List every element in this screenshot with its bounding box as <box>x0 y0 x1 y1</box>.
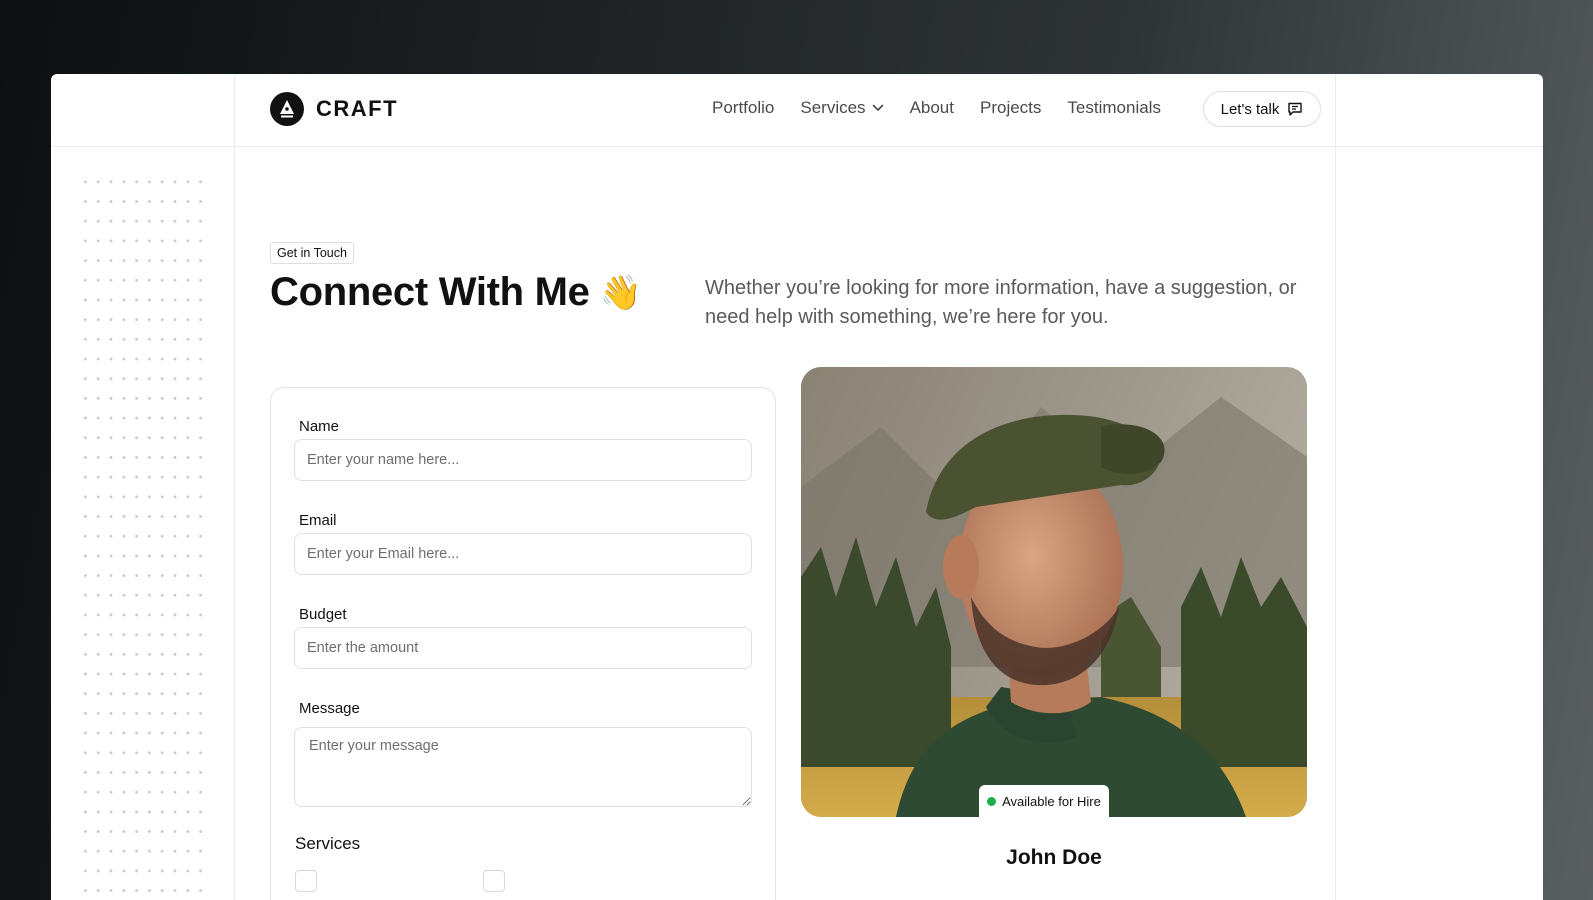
section-tag: Get in Touch <box>270 242 354 264</box>
brand-name: CRAFT <box>316 96 399 121</box>
service-checkbox[interactable] <box>295 870 317 892</box>
message-label: Message <box>299 700 360 717</box>
email-label: Email <box>299 512 337 529</box>
nav-item-projects[interactable]: Projects <box>980 98 1041 118</box>
nav-item-services-label: Services <box>800 98 866 117</box>
available-dot-icon <box>987 796 997 806</box>
name-input[interactable] <box>294 439 752 481</box>
services-title: Services <box>295 834 361 853</box>
message-textarea[interactable] <box>294 727 752 807</box>
grid-line-left <box>234 74 235 900</box>
nav-item-about[interactable]: About <box>910 98 954 118</box>
email-input[interactable] <box>294 533 752 575</box>
nav-item-testimonials[interactable]: Testimonials <box>1067 98 1161 118</box>
lets-talk-label: Let's talk <box>1220 100 1280 118</box>
budget-input[interactable] <box>294 627 752 669</box>
nav-item-services[interactable]: Services <box>800 98 883 118</box>
header-divider <box>51 146 1543 147</box>
dot-pattern <box>79 172 211 892</box>
main-nav: Portfolio Services About Projects Testim… <box>712 98 1187 118</box>
logo-pen-icon <box>270 92 304 126</box>
grid-line-right <box>1335 74 1336 900</box>
services-options <box>295 870 541 892</box>
lets-talk-button[interactable]: Let's talk <box>1203 91 1321 127</box>
page-title: Connect With Me 👋 <box>270 270 642 315</box>
browser-page: CRAFT Portfolio Services About Projects … <box>51 74 1543 900</box>
brand-logo[interactable]: CRAFT <box>270 92 398 126</box>
chevron-down-icon <box>872 104 883 112</box>
status-badge: Available for Hire <box>979 785 1109 817</box>
chat-bubble-icon <box>1288 102 1303 116</box>
intro-text: Whether you’re looking for more informat… <box>705 277 1297 328</box>
waving-hand-icon: 👋 <box>599 273 642 312</box>
name-label: Name <box>299 418 340 435</box>
service-checkbox[interactable] <box>483 870 505 892</box>
profile-photo <box>801 367 1307 817</box>
contact-form: Name Email Budget Message Services <box>270 387 776 900</box>
page-title-text: Connect With Me <box>270 270 590 314</box>
profile-name: John Doe <box>1006 846 1102 869</box>
budget-label: Budget <box>299 606 347 623</box>
status-badge-label: Available for Hire <box>1002 793 1101 809</box>
nav-item-portfolio[interactable]: Portfolio <box>712 98 774 118</box>
